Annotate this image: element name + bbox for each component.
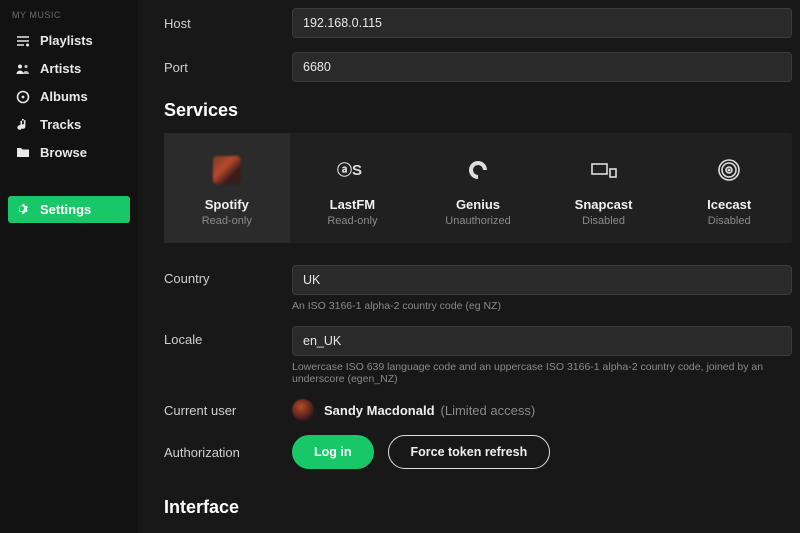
- country-label: Country: [164, 265, 292, 286]
- service-name: Icecast: [672, 197, 786, 212]
- snapcast-icon: [547, 153, 661, 187]
- sidebar-item-label: Playlists: [40, 33, 93, 48]
- sidebar-item-artists[interactable]: Artists: [8, 55, 130, 82]
- field-port: Port: [164, 52, 792, 82]
- sidebar-item-label: Albums: [40, 89, 88, 104]
- playlist-icon: [16, 35, 30, 47]
- locale-hint: Lowercase ISO 639 language code and an u…: [292, 361, 792, 385]
- sidebar-item-settings[interactable]: Settings: [8, 196, 130, 223]
- service-spotify[interactable]: Spotify Read-only: [164, 133, 290, 243]
- service-name: Genius: [421, 197, 535, 212]
- service-status: Read-only: [170, 215, 284, 227]
- services-tabs: Spotify Read-only ⓐS LastFM Read-only Ge…: [164, 133, 792, 243]
- tracks-icon: [16, 118, 30, 132]
- albums-icon: [16, 90, 30, 104]
- field-current-user: Current user Sandy Macdonald (Limited ac…: [164, 399, 792, 421]
- service-name: LastFM: [296, 197, 410, 212]
- spotify-icon: [170, 153, 284, 187]
- gear-icon: [16, 203, 30, 217]
- lastfm-icon: ⓐS: [296, 153, 410, 187]
- service-name: Spotify: [170, 197, 284, 212]
- folder-icon: [16, 147, 30, 158]
- genius-icon: [421, 153, 535, 187]
- interface-title: Interface: [164, 497, 792, 518]
- service-status: Disabled: [672, 215, 786, 227]
- service-name: Snapcast: [547, 197, 661, 212]
- port-input[interactable]: [292, 52, 792, 82]
- country-input[interactable]: [292, 265, 792, 295]
- icecast-icon: [672, 153, 786, 187]
- service-snapcast[interactable]: Snapcast Disabled: [541, 133, 667, 243]
- host-label: Host: [164, 16, 292, 31]
- sidebar-item-label: Tracks: [40, 117, 81, 132]
- country-hint: An ISO 3166-1 alpha-2 country code (eg N…: [292, 300, 792, 312]
- current-user-label: Current user: [164, 403, 292, 418]
- service-status: Disabled: [547, 215, 661, 227]
- avatar: [292, 399, 314, 421]
- sidebar-item-albums[interactable]: Albums: [8, 83, 130, 110]
- sidebar: MY MUSIC Playlists Artists Albums Tracks…: [0, 0, 138, 533]
- service-icecast[interactable]: Icecast Disabled: [666, 133, 792, 243]
- field-country: Country An ISO 3166-1 alpha-2 country co…: [164, 265, 792, 312]
- sidebar-item-tracks[interactable]: Tracks: [8, 111, 130, 138]
- service-genius[interactable]: Genius Unauthorized: [415, 133, 541, 243]
- artists-icon: [16, 63, 30, 75]
- field-locale: Locale Lowercase ISO 639 language code a…: [164, 326, 792, 385]
- service-status: Read-only: [296, 215, 410, 227]
- field-authorization: Authorization Log in Force token refresh: [164, 435, 792, 469]
- service-lastfm[interactable]: ⓐS LastFM Read-only: [290, 133, 416, 243]
- sidebar-item-browse[interactable]: Browse: [8, 139, 130, 166]
- field-host: Host: [164, 8, 792, 38]
- port-label: Port: [164, 60, 292, 75]
- locale-input[interactable]: [292, 326, 792, 356]
- sidebar-item-label: Settings: [40, 202, 91, 217]
- login-button[interactable]: Log in: [292, 435, 374, 469]
- force-refresh-button[interactable]: Force token refresh: [388, 435, 551, 469]
- current-user-name: Sandy Macdonald: [324, 403, 435, 418]
- current-user-note: (Limited access): [441, 403, 536, 418]
- authorization-label: Authorization: [164, 445, 292, 460]
- service-status: Unauthorized: [421, 215, 535, 227]
- locale-label: Locale: [164, 326, 292, 347]
- services-title: Services: [164, 100, 792, 121]
- sidebar-header: MY MUSIC: [8, 8, 130, 26]
- sidebar-item-playlists[interactable]: Playlists: [8, 27, 130, 54]
- sidebar-item-label: Browse: [40, 145, 87, 160]
- sidebar-item-label: Artists: [40, 61, 81, 76]
- settings-panel: Host Port Services Spotify Read-only ⓐS …: [138, 0, 800, 533]
- host-input[interactable]: [292, 8, 792, 38]
- svg-text:ⓐS: ⓐS: [337, 161, 362, 179]
